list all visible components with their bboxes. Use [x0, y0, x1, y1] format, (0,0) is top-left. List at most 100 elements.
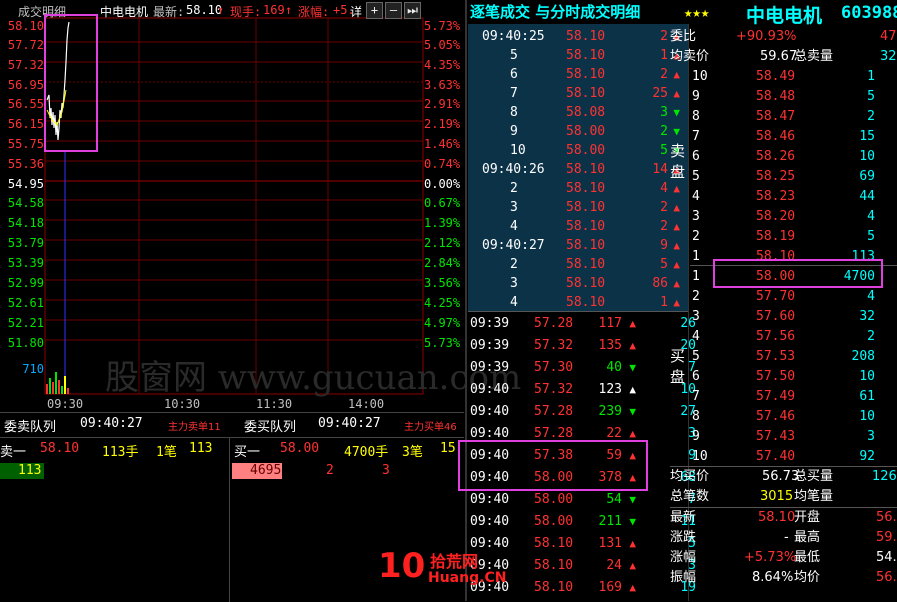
- tick-time: 2: [510, 257, 518, 272]
- tick-row[interactable]: 09:40:26 58.10 14 ▲: [468, 160, 690, 179]
- percent-tick-label: 5.05%: [424, 38, 461, 52]
- avg-orders-label: 均笔量: [794, 489, 834, 504]
- tick-price: 58.10: [566, 181, 606, 196]
- detail-button[interactable]: 详: [350, 3, 362, 19]
- tick-row[interactable]: 6 58.10 2 ▲: [468, 65, 690, 84]
- price-tick-label: 54.95: [7, 177, 44, 191]
- tick-row[interactable]: 2 58.10 5 ▲: [468, 255, 690, 274]
- minute-direction-icon: ▲: [629, 559, 636, 572]
- logo-text: 拾荒网: [430, 552, 479, 571]
- tick-time: 9: [510, 124, 518, 139]
- minute-row[interactable]: 09:4057.32123▲10: [468, 380, 696, 399]
- sell-level-row: 3 58.20 4: [690, 207, 897, 227]
- price-tick-label: 54.18: [7, 216, 44, 230]
- tick-row[interactable]: 4 58.10 1 ▲: [468, 293, 690, 312]
- level-number: 5: [692, 169, 700, 184]
- tick-row[interactable]: 8 58.08 3 ▼: [468, 103, 690, 122]
- percent-tick-label: 4.25%: [424, 296, 461, 310]
- quote-stock-name: 中电电机: [746, 5, 823, 27]
- minute-row[interactable]: 09:4057.28239▼27: [468, 402, 696, 421]
- main-sell-label: 主力卖单11: [168, 422, 221, 433]
- tick-row[interactable]: 2 58.10 4 ▲: [468, 179, 690, 198]
- tick-price: 58.08: [566, 105, 606, 120]
- price-tick-label: 57.72: [7, 38, 44, 52]
- intraday-chart[interactable]: 成交明细 中电电机 最新: 58.10 ↑ 现手: 169 ↑ 涨幅: +5. …: [0, 0, 521, 412]
- price-tick-label: 52.99: [7, 276, 44, 290]
- time-label: 11:30: [256, 397, 293, 411]
- tick-row[interactable]: 4 58.10 2 ▲: [468, 217, 690, 236]
- level-number: 7: [692, 389, 700, 404]
- tick-row[interactable]: 10 58.00 5 ▼: [468, 141, 690, 160]
- level-price: 57.60: [756, 309, 796, 324]
- tick-row[interactable]: 09:40:27 58.10 9 ▲: [468, 236, 690, 255]
- tick-direction-icon: ▲: [673, 239, 680, 252]
- level-volume: 32: [859, 309, 875, 324]
- tick-volume: 2: [660, 67, 668, 82]
- minute-price: 57.28: [534, 404, 574, 419]
- volume-bar: [58, 380, 60, 394]
- level-volume: 2: [867, 329, 875, 344]
- minute-volume: 123: [598, 382, 622, 397]
- minute-direction-icon: ▲: [629, 383, 636, 396]
- tick-price: 58.10: [566, 48, 606, 63]
- latest-row: 最新 58.10 开盘 56.: [670, 508, 897, 528]
- minute-row[interactable]: 09:39 57.30 40 ▼ 7: [468, 358, 696, 377]
- tick-price: 58.10: [566, 162, 606, 177]
- minute-row[interactable]: 09:40 58.00 54 ▼ 7: [468, 490, 696, 509]
- tick-price: 58.10: [566, 29, 606, 44]
- zoom-out-button[interactable]: —: [385, 2, 402, 19]
- avg-buy-label: 均买价: [670, 469, 710, 484]
- tick-volume: 86: [652, 276, 668, 291]
- tick-row[interactable]: 3 58.10 86 ▲: [468, 274, 690, 293]
- sell-side-text: 卖 盘: [670, 142, 686, 181]
- rating-stars: ★★★: [684, 5, 710, 21]
- minute-row[interactable]: 09:3957.28117▲26: [468, 314, 696, 333]
- highlight-box: [458, 440, 648, 491]
- avg-sell-value: 59.67: [760, 49, 798, 64]
- quote-change-label: 涨跌: [670, 530, 697, 545]
- time-label: 10:30: [164, 397, 201, 411]
- skip-end-button[interactable]: ⏭: [404, 2, 421, 19]
- buy-level-row: 5 57.53 208: [690, 347, 897, 367]
- zoom-in-button[interactable]: +: [366, 2, 383, 19]
- level-number: 3: [692, 209, 700, 224]
- now-hand-value: 169: [263, 3, 285, 17]
- tick-row[interactable]: 9 58.00 2 ▼: [468, 122, 690, 141]
- price-tick-label: 53.79: [7, 236, 44, 250]
- level-volume: 4: [867, 209, 875, 224]
- level-price: 57.46: [756, 409, 796, 424]
- level-number: 2: [692, 229, 700, 244]
- minute-direction-icon: ▲: [629, 317, 636, 330]
- level-price: 58.23: [756, 189, 796, 204]
- level-price: 57.40: [756, 449, 796, 464]
- buy-level-row: 7 57.49 61: [690, 387, 897, 407]
- buy1-bar-value: 4695: [250, 463, 282, 478]
- minute-time: 09:40: [470, 404, 510, 419]
- price-tick-label: 54.58: [7, 196, 44, 210]
- price-tick-label: 55.36: [7, 157, 44, 171]
- tick-direction-icon: ▲: [673, 258, 680, 271]
- level-number: 5: [692, 349, 700, 364]
- minute-direction-icon: ▲: [629, 581, 636, 594]
- tick-price: 58.00: [566, 124, 606, 139]
- tick-row[interactable]: 5 58.10 1 ▲: [468, 46, 690, 65]
- minute-row[interactable]: 09:3957.32135▲20: [468, 336, 696, 355]
- now-hand-label: 现手:: [230, 5, 262, 19]
- minute-volume: 117: [598, 316, 622, 331]
- tick-row[interactable]: 3 58.10 2 ▲: [468, 198, 690, 217]
- wei-bi-tail: 47: [880, 29, 897, 44]
- buy-level-row: 6 57.50 10: [690, 367, 897, 387]
- minute-price: 57.30: [534, 360, 574, 375]
- level-number: 10: [692, 69, 708, 84]
- level-volume: 5: [867, 229, 875, 244]
- pct-label: 涨幅: [670, 550, 697, 565]
- tick-row[interactable]: 7 58.10 25 ▲: [468, 84, 690, 103]
- tick-row[interactable]: 09:40:25 58.10 2 ▲: [468, 27, 690, 46]
- buy-queue-time: 09:40:27: [318, 416, 381, 431]
- tick-price: 58.10: [566, 219, 606, 234]
- buy1-orders: 3笔: [402, 445, 423, 460]
- sell-queue-title: 委卖队列: [4, 420, 57, 435]
- buy-side-label: 买 盘: [670, 345, 690, 387]
- minute-row[interactable]: 09:4058.00211▼11: [468, 512, 696, 531]
- tick-time: 3: [510, 200, 518, 215]
